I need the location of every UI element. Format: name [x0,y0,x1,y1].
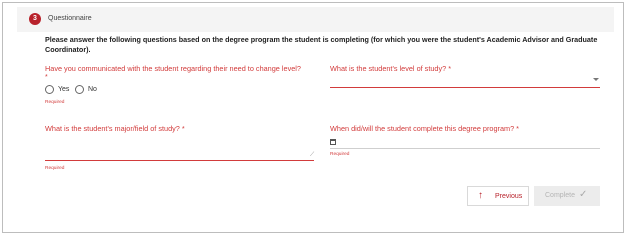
completion-date-input[interactable] [338,136,600,148]
calendar-icon[interactable] [330,139,336,145]
question-completion-label: When did/will the student complete this … [330,124,520,133]
arrow-up-icon: ↑ [478,190,483,201]
resize-handle-icon[interactable]: ⟋ [310,152,314,159]
required-asterisk: * [45,74,48,81]
level-select[interactable] [330,72,600,88]
complete-button[interactable]: Complete ✓ [534,186,600,206]
major-textarea[interactable] [45,135,317,163]
previous-button-label: Previous [495,193,523,200]
chevron-down-icon[interactable] [593,78,599,81]
radio-yes[interactable] [45,85,54,94]
complete-button-label: Complete [545,192,575,199]
instructions-text: Please answer the following questions ba… [45,35,598,54]
level-select-underline [330,87,600,88]
previous-button[interactable]: ↑ Previous [467,186,529,206]
radio-no[interactable] [75,85,84,94]
step-number-badge: 3 [29,13,41,25]
completion-required-message: Required [330,152,350,157]
radio-yes-label[interactable]: Yes [58,86,69,93]
completion-date-underline [330,148,600,149]
question-major-label: What is the student's major/field of stu… [45,124,185,133]
step-title: Questionnaire [48,15,92,22]
question-communicated-label: Have you communicated with the student r… [45,64,301,73]
communicated-required-message: Required [45,100,65,105]
check-icon: ✓ [579,189,588,200]
major-textarea-underline [45,160,314,161]
major-required-message: Required [45,166,65,171]
step-header: 3 Questionnaire [17,7,614,32]
radio-no-label[interactable]: No [88,86,97,93]
